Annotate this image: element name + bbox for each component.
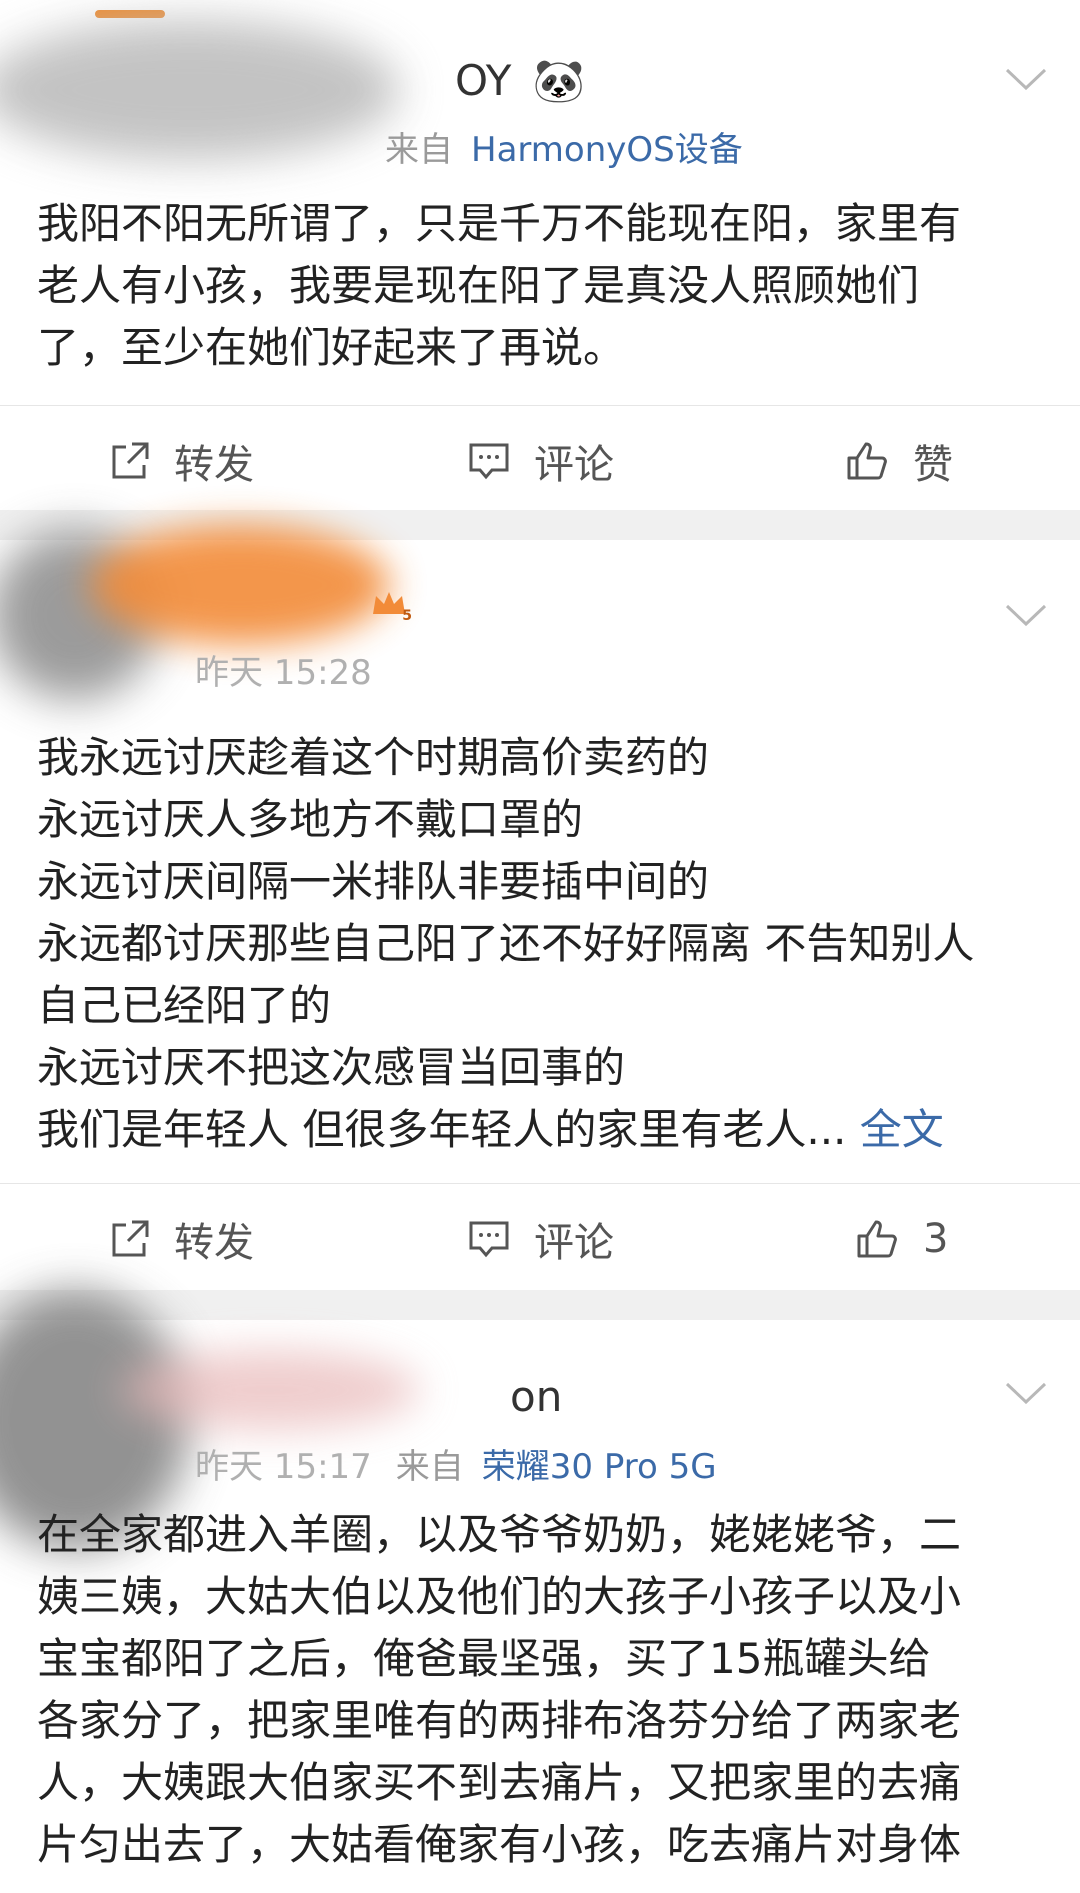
action-bar: 转发 评论 赞 [0,405,1080,516]
share-icon [112,1220,149,1257]
source-link[interactable]: HarmonyOS设备 [471,130,743,170]
post-card-2: 5 昨天 15:28 我永远讨厌趁着这个时期高价卖药的 永远讨厌人多地方不戴口罩… [0,525,1080,1290]
content-line: 我阳不阳无所谓了，只是千万不能现在阳，家里有 [37,199,962,248]
post-card-3: on 昨天 15:17 来自 荣耀30 Pro 5G 在全家都进入羊圈，以及爷爷奶奶… [0,1290,1080,1893]
username-blurred[interactable] [120,1350,420,1430]
comment-icon [469,1221,509,1258]
action-bar: 转发 评论 3 [0,1183,1080,1294]
comment-icon [469,443,509,480]
like-button[interactable]: 赞 [845,406,953,516]
chevron-down-icon[interactable] [1004,66,1048,92]
post-separator [0,1290,1080,1320]
content-line: 永远讨厌间隔一米排队非要插中间的 [37,857,710,906]
content-line: 了，至少在她们好起来了再说。 [37,323,626,372]
avatar-blurred[interactable] [0,20,400,160]
chevron-down-icon[interactable] [1004,1380,1048,1406]
content-line: 自己已经阳了的 [37,981,332,1030]
forward-button[interactable]: 转发 [108,406,254,516]
post-content[interactable]: 我永远讨厌趁着这个时期高价卖药的 永远讨厌人多地方不戴口罩的 永远讨厌间隔一米排… [37,727,1050,1161]
full-text-link[interactable]: 全文 [860,1105,944,1154]
username[interactable]: on [510,1372,562,1421]
post-content[interactable]: 我阳不阳无所谓了，只是千万不能现在阳，家里有 老人有小孩，我要是现在阳了是真没人… [37,193,1050,379]
post-meta: 昨天 15:17 来自 荣耀30 Pro 5G [195,1447,717,1487]
post-meta: 来自 HarmonyOS设备 [385,130,743,170]
share-icon [112,442,149,479]
content-line: 永远讨厌不把这次感冒当回事的 [37,1043,626,1092]
username-blurred[interactable] [90,525,390,645]
content-line: 片匀出去了，大姑看俺家有小孩，吃去痛片对身体 [37,1820,962,1869]
like-button[interactable]: 3 [855,1184,948,1294]
content-line: 我永远讨厌趁着这个时期高价卖药的 [37,733,710,782]
username[interactable]: OY 🐼 [455,56,585,106]
content-line: 永远都讨厌那些自己阳了还不好好隔离 不告知别人 [37,919,975,968]
content-line: 永远讨厌人多地方不戴口罩的 [37,795,584,844]
content-line: 宝宝都阳了之后，俺爸最坚强，买了15瓶罐头给 [37,1634,931,1683]
comment-button[interactable]: 评论 [466,1184,614,1294]
post-card-1: OY 🐼 来自 HarmonyOS设备 我阳不阳无所谓了，只是千万不能现在阳，家里… [0,0,1080,510]
source-link[interactable]: 荣耀30 Pro 5G [482,1447,717,1487]
panda-icon: 🐼 [532,56,586,105]
post-time: 昨天 15:28 [195,653,372,693]
vip-badge: 5 [370,588,412,624]
content-line: 老人有小孩，我要是现在阳了是真没人照顾她们 [37,261,920,310]
chevron-down-icon[interactable] [1004,602,1048,628]
content-line: 人，大姨跟大伯家买不到去痛片，又把家里的去痛 [37,1758,962,1807]
thumbs-up-icon [857,1220,897,1258]
comment-button[interactable]: 评论 [466,406,614,516]
content-line: 姨三姨，大姑大伯以及他们的大孩子小孩子以及小 [37,1572,962,1621]
forward-button[interactable]: 转发 [108,1184,254,1294]
content-line: 在全家都进入羊圈，以及爷爷奶奶，姥姥姥爷，二 [37,1510,962,1559]
content-line: 我们是年轻人 但很多年轻人的家里有老人... 全文 [37,1105,944,1154]
thumbs-up-icon [847,442,887,480]
top-strip [95,10,165,18]
post-content[interactable]: 在全家都进入羊圈，以及爷爷奶奶，姥姥姥爷，二 姨三姨，大姑大伯以及他们的大孩子小… [37,1504,1050,1876]
content-line: 各家分了，把家里唯有的两排布洛芬分给了两家老 [37,1696,962,1745]
